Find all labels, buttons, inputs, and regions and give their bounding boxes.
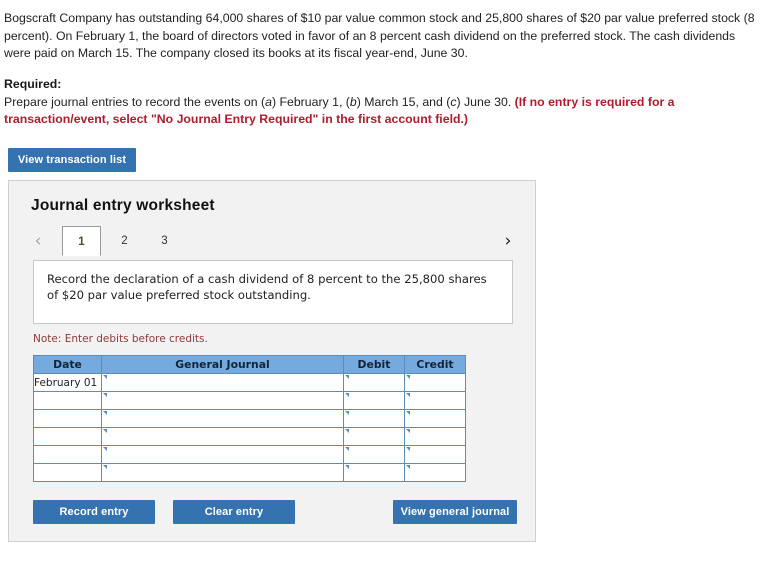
cell-date[interactable]	[33, 391, 102, 410]
dropdown-caret-icon	[103, 411, 107, 415]
dropdown-caret-icon	[345, 447, 349, 451]
cell-credit[interactable]	[404, 463, 466, 482]
required-text-segment-2: ) February 1, (	[271, 94, 350, 109]
table-row	[33, 445, 466, 464]
chevron-left-icon[interactable]: ‹	[29, 228, 47, 254]
cell-date[interactable]: February 01	[33, 373, 102, 392]
worksheet-tab-2[interactable]: 2	[105, 226, 144, 256]
worksheet-tab-3[interactable]: 3	[145, 226, 184, 256]
view-general-journal-button[interactable]: View general journal	[393, 500, 517, 524]
dropdown-caret-icon	[406, 465, 410, 469]
cell-date[interactable]	[33, 445, 102, 464]
clear-entry-button[interactable]: Clear entry	[173, 500, 295, 524]
dropdown-caret-icon	[103, 375, 107, 379]
required-text-segment-3: ) March 15, and (	[356, 94, 451, 109]
table-row	[33, 463, 466, 482]
cell-credit[interactable]	[404, 373, 466, 392]
dropdown-caret-icon	[406, 429, 410, 433]
debits-before-credits-note: Note: Enter debits before credits.	[33, 333, 208, 345]
required-text-segment-4: ) June 30.	[456, 94, 515, 109]
table-row	[33, 409, 466, 428]
table-row	[33, 391, 466, 410]
required-block: Required: Prepare journal entries to rec…	[4, 76, 704, 129]
dropdown-caret-icon	[345, 393, 349, 397]
cell-debit[interactable]	[343, 373, 405, 392]
cell-debit[interactable]	[343, 445, 405, 464]
cell-debit[interactable]	[343, 409, 405, 428]
column-header-debit: Debit	[343, 355, 405, 374]
table-row: February 01	[33, 373, 466, 392]
table-header-row: Date General Journal Debit Credit	[33, 355, 466, 374]
cell-date[interactable]	[33, 463, 102, 482]
cell-general-journal[interactable]	[101, 373, 344, 392]
dropdown-caret-icon	[406, 447, 410, 451]
dropdown-caret-icon	[103, 447, 107, 451]
cell-credit[interactable]	[404, 391, 466, 410]
cell-general-journal[interactable]	[101, 463, 344, 482]
worksheet-tab-1[interactable]: 1	[62, 226, 101, 256]
required-instructions: Prepare journal entries to record the ev…	[4, 95, 675, 127]
column-header-date: Date	[33, 355, 102, 374]
dropdown-caret-icon	[406, 411, 410, 415]
cell-credit[interactable]	[404, 427, 466, 446]
cell-debit[interactable]	[343, 391, 405, 410]
journal-entry-worksheet-panel: Journal entry worksheet ‹ 1 2 3 › Record…	[8, 180, 536, 542]
table-row	[33, 427, 466, 446]
cell-general-journal[interactable]	[101, 427, 344, 446]
journal-entry-table: Date General Journal Debit Credit Februa…	[33, 355, 466, 482]
record-entry-button[interactable]: Record entry	[33, 500, 155, 524]
dropdown-caret-icon	[103, 429, 107, 433]
dropdown-caret-icon	[345, 411, 349, 415]
dropdown-caret-icon	[345, 465, 349, 469]
transaction-instruction-box: Record the declaration of a cash dividen…	[33, 260, 513, 324]
cell-credit[interactable]	[404, 445, 466, 464]
cell-date[interactable]	[33, 409, 102, 428]
cell-credit[interactable]	[404, 409, 466, 428]
cell-general-journal[interactable]	[101, 445, 344, 464]
required-label: Required:	[4, 77, 62, 91]
transaction-instruction-text: Record the declaration of a cash dividen…	[47, 272, 487, 302]
required-marker-a: a	[265, 94, 272, 109]
problem-statement: Bogscraft Company has outstanding 64,000…	[4, 11, 755, 60]
required-marker-b: b	[349, 94, 357, 109]
dropdown-caret-icon	[345, 375, 349, 379]
required-text-segment-1: Prepare journal entries to record the ev…	[4, 94, 266, 109]
cell-general-journal[interactable]	[101, 391, 344, 410]
dropdown-caret-icon	[103, 393, 107, 397]
dropdown-caret-icon	[406, 375, 410, 379]
chevron-right-icon[interactable]: ›	[499, 228, 517, 254]
cell-date[interactable]	[33, 427, 102, 446]
dropdown-caret-icon	[406, 393, 410, 397]
dropdown-caret-icon	[103, 465, 107, 469]
worksheet-title: Journal entry worksheet	[31, 197, 215, 214]
cell-debit[interactable]	[343, 463, 405, 482]
cell-debit[interactable]	[343, 427, 405, 446]
cell-general-journal[interactable]	[101, 409, 344, 428]
column-header-general-journal: General Journal	[101, 355, 344, 374]
view-transaction-list-button[interactable]: View transaction list	[8, 148, 136, 172]
column-header-credit: Credit	[404, 355, 466, 374]
dropdown-caret-icon	[345, 429, 349, 433]
worksheet-tab-strip: ‹ 1 2 3 ›	[29, 226, 517, 257]
